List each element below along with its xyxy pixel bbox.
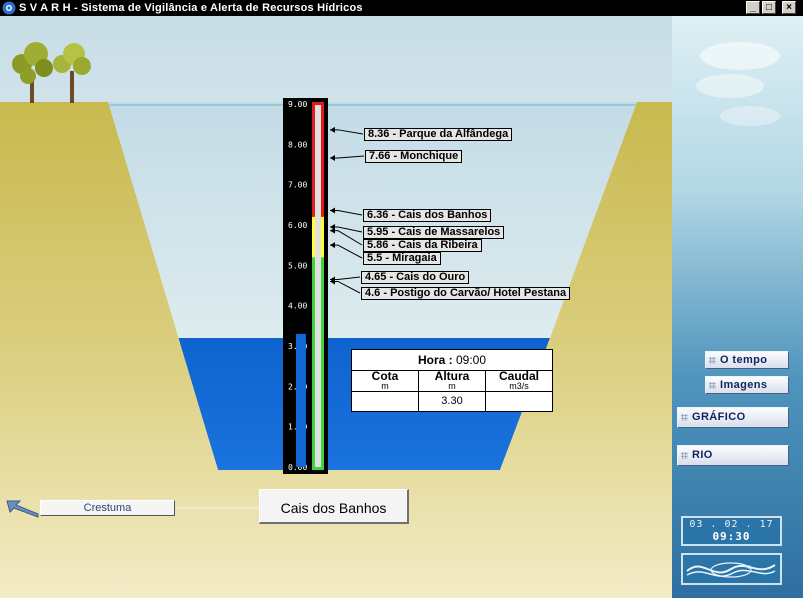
sidebar (672, 16, 803, 598)
river-view: 9.008.007.006.005.004.003.002.001.000.00… (0, 16, 672, 598)
hour-value: 09:00 (455, 353, 487, 367)
altura-unit: m (448, 381, 456, 391)
station-label-cais-do-ouro[interactable]: 4.65 - Cais do Ouro (361, 271, 470, 284)
level-bar-base (312, 467, 324, 470)
alert-zone-red (321, 104, 324, 217)
close-button[interactable]: × (782, 1, 796, 14)
grip-icon (709, 382, 716, 389)
gauge-tick-label: 4.00 (288, 302, 307, 311)
alert-zone-green (312, 257, 315, 467)
current-level-fill (296, 333, 306, 467)
caudal-column: Caudal m3/s (486, 370, 552, 411)
alert-zone-red (312, 104, 315, 217)
gauge-tick-label: 6.00 (288, 221, 307, 230)
cota-column: Cota m (352, 370, 419, 411)
trees-icon (12, 42, 91, 103)
time-text: 09:30 (712, 530, 751, 543)
minimize-button[interactable]: _ (746, 1, 760, 14)
caudal-unit: m3/s (509, 381, 529, 391)
upstream-station-button[interactable]: Crestuma (40, 500, 175, 516)
hour-row: Hora : 09:00 (352, 350, 552, 371)
station-label-parque-alfandega[interactable]: 8.36 - Parque da Alfândega (364, 128, 513, 141)
altura-value: 3.30 (441, 395, 463, 407)
station-label-cais-de-massarelos[interactable]: 5.95 - Cais de Massarelos (363, 226, 505, 239)
app-icon (2, 1, 16, 15)
current-station-button[interactable]: Cais dos Banhos (259, 489, 409, 524)
grip-icon (681, 414, 688, 421)
alert-zone-yellow (312, 216, 315, 258)
station-label-monchique[interactable]: 7.66 - Monchique (365, 150, 463, 163)
alert-zone-cap (312, 102, 324, 105)
gauge-tick-label: 8.00 (288, 140, 307, 149)
grip-icon (681, 452, 688, 459)
station-label-postigo-do-carvao[interactable]: 4.6 - Postigo do Carvão/ Hotel Pestana (361, 287, 571, 300)
grip-icon (709, 357, 716, 364)
logo-icon (681, 553, 782, 585)
back-arrow-icon[interactable] (6, 500, 42, 520)
station-label-miragaia[interactable]: 5.5 - Miragaia (363, 252, 441, 265)
cloud-decoration-icon (696, 42, 780, 126)
images-button[interactable]: Imagens (705, 376, 789, 394)
maximize-button[interactable]: □ (762, 1, 776, 14)
cota-unit: m (381, 381, 389, 391)
weather-button[interactable]: O tempo (705, 351, 789, 369)
chart-button[interactable]: GRÁFICO (677, 407, 789, 428)
station-label-cais-dos-banhos[interactable]: 6.36 - Cais dos Banhos (363, 209, 492, 222)
application-window: S V A R H - Sistema de Vigilância e Aler… (0, 0, 803, 598)
altura-column: Altura m 3.30 (419, 370, 486, 411)
station-label-cais-da-ribeira[interactable]: 5.86 - Cais da Ribeira (363, 239, 482, 252)
title-bar: S V A R H - Sistema de Vigilância e Aler… (0, 0, 803, 16)
alert-zone-green (321, 257, 324, 467)
gauge-tick-label: 7.00 (288, 181, 307, 190)
window-title: S V A R H - Sistema de Vigilância e Aler… (19, 2, 363, 14)
river-button[interactable]: RIO (677, 445, 789, 466)
gauge-tick-label: 5.00 (288, 261, 307, 270)
gauge-tick-label: 9.00 (288, 100, 307, 109)
alert-zone-yellow (321, 216, 324, 258)
hour-label: Hora : (417, 353, 453, 367)
date-time-display: 03 . 02 . 17 09:30 (681, 516, 782, 546)
measurement-table: Hora : 09:00 Cota m Altura m 3.30 Caudal… (351, 349, 553, 412)
